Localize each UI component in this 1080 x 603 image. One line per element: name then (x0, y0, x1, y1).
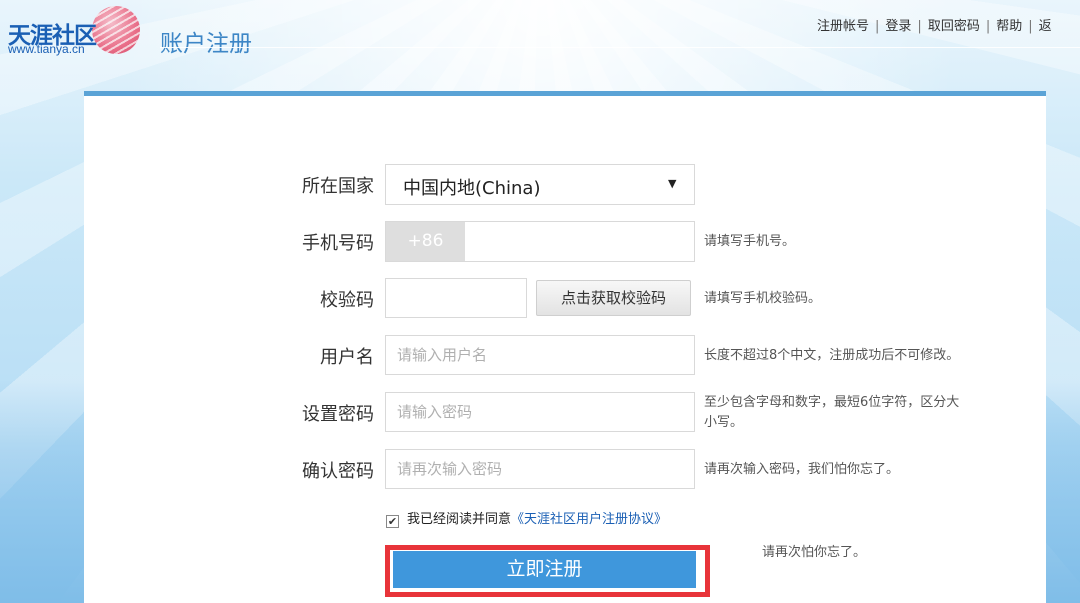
phone-hint: 请填写手机号。 (704, 234, 796, 249)
password-input[interactable] (385, 392, 695, 432)
logo-url: www.tianya.cn (8, 42, 85, 56)
password-hint-line1: 至少包含字母和数字，最短6位字符，区分大 (704, 395, 960, 410)
confirm-password-input[interactable] (385, 449, 695, 489)
username-input[interactable] (385, 335, 695, 375)
phone-field[interactable]: +86 (385, 221, 695, 262)
crowd-decoration-right (1046, 380, 1080, 603)
verify-code-input[interactable] (385, 278, 527, 318)
username-hint: 长度不超过8个中文，注册成功后不可修改。 (704, 348, 960, 363)
page-title: 账户注册 (160, 31, 252, 57)
agree-text: 我已经阅读并同意 (407, 512, 512, 527)
stray-hint: 请再次怕你忘了。 (762, 545, 867, 560)
username-label: 用户名 (320, 347, 374, 368)
country-select[interactable]: 中国内地(China) ▼ (385, 164, 695, 205)
agreement-link[interactable]: 《天涯社区用户注册协议》 (511, 512, 667, 527)
country-select-value: 中国内地(China) (403, 178, 541, 199)
verify-code-label: 校验码 (320, 290, 374, 311)
password-label: 设置密码 (302, 404, 374, 425)
nav-register[interactable]: 注册帐号 (817, 19, 869, 34)
register-button[interactable]: 立即注册 (393, 551, 696, 588)
header: 天涯社区 www.tianya.cn 账户注册 注册帐号 | 登录 | 取回密码 | 帮助 |… (0, 0, 1080, 60)
agree-checkbox[interactable]: ✔ (386, 515, 399, 528)
nav-recover-password[interactable]: 取回密码 (928, 19, 980, 34)
country-label: 所在国家 (302, 176, 374, 197)
agreement-row: ✔ 我已经阅读并同意《天涯社区用户注册协议》 (386, 508, 667, 528)
nav-help[interactable]: 帮助 (996, 19, 1022, 34)
header-divider (160, 47, 1080, 48)
globe-icon (92, 6, 140, 54)
get-verify-code-button[interactable]: 点击获取校验码 (536, 280, 691, 316)
verify-code-hint: 请填写手机校验码。 (704, 291, 822, 306)
confirm-password-label: 确认密码 (302, 461, 374, 482)
top-nav: 注册帐号 | 登录 | 取回密码 | 帮助 | 返 (817, 19, 1052, 34)
caret-down-icon: ▼ (668, 177, 677, 190)
password-hint-line2: 小写。 (704, 415, 744, 430)
nav-login[interactable]: 登录 (885, 19, 911, 34)
confirm-password-hint: 请再次输入密码，我们怕你忘了。 (704, 462, 900, 477)
phone-prefix: +86 (386, 222, 465, 261)
tianya-logo[interactable]: 天涯社区 www.tianya.cn (6, 4, 146, 56)
nav-back[interactable]: 返 (1039, 19, 1052, 34)
phone-label: 手机号码 (302, 233, 374, 254)
crowd-decoration-left (0, 380, 84, 603)
